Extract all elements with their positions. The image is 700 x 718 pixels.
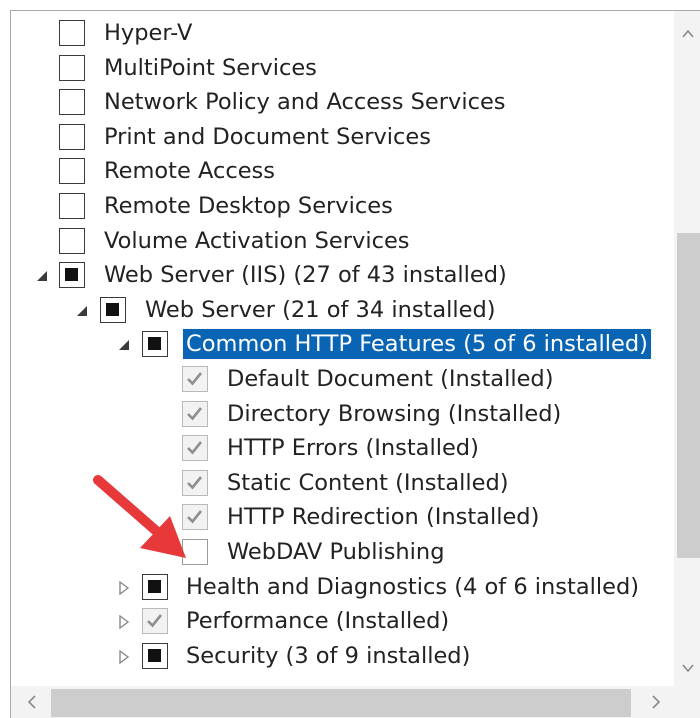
checkbox[interactable] (59, 158, 85, 185)
checkmark-icon (187, 406, 203, 421)
tree-row[interactable]: HTTP Errors (Installed) (11, 432, 674, 466)
indeterminate-indicator (148, 337, 161, 351)
checkbox[interactable] (59, 20, 85, 46)
scroll-up-arrow-icon[interactable] (679, 25, 697, 43)
checkbox[interactable] (59, 54, 85, 81)
tree-item-label[interactable]: Common HTTP Features (5 of 6 installed) (182, 328, 652, 361)
indeterminate-indicator (106, 302, 119, 316)
tree-item-label[interactable]: MultiPoint Services (101, 53, 320, 83)
scroll-left-arrow-icon[interactable] (23, 693, 41, 711)
tree-item-label[interactable]: HTTP Errors (Installed) (224, 433, 482, 463)
tree-item-label[interactable]: Web Server (IIS) (27 of 43 installed) (101, 260, 510, 290)
checkbox[interactable] (59, 227, 85, 254)
scrollbar-corner (674, 686, 700, 718)
tree-row[interactable]: Web Server (21 of 34 installed) (11, 294, 674, 328)
tree-item-label[interactable]: Remote Access (101, 156, 278, 186)
tree-row[interactable]: Security (3 of 9 installed) (11, 640, 674, 674)
tree-item-label[interactable]: Default Document (Installed) (224, 364, 557, 394)
roles-tree: Hyper-V MultiPoint Services Network Policy… (11, 11, 674, 686)
tree-row[interactable]: Directory Browsing (Installed) (11, 398, 674, 432)
roles-tree-view[interactable]: Hyper-V MultiPoint Services Network Policy… (10, 10, 700, 718)
checkbox[interactable] (59, 123, 85, 150)
horizontal-scroll-thumb[interactable] (51, 689, 631, 717)
checkmark-icon (187, 372, 203, 386)
triangle-down-right-icon[interactable] (75, 304, 89, 318)
vertical-scrollbar[interactable] (674, 11, 700, 686)
tree-item-label[interactable]: HTTP Redirection (Installed) (224, 502, 542, 532)
checkbox[interactable] (59, 89, 85, 116)
horizontal-scrollbar[interactable] (11, 686, 700, 718)
checkbox (182, 366, 208, 392)
indeterminate-indicator (148, 648, 161, 662)
tree-row[interactable]: Performance (Installed) (11, 605, 674, 639)
tree-row[interactable]: Hyper-V (11, 17, 674, 51)
checkmark-icon (147, 614, 163, 628)
red-arrow-icon (93, 475, 186, 558)
triangle-down-right-icon[interactable] (117, 338, 131, 352)
tree-row[interactable]: MultiPoint Services (11, 52, 674, 86)
tree-item-label[interactable]: Directory Browsing (Installed) (224, 399, 564, 429)
tree-item-label[interactable]: WebDAV Publishing (224, 537, 447, 567)
tree-item-label[interactable]: Print and Document Services (101, 122, 434, 152)
tree-item-label[interactable]: Hyper-V (101, 18, 195, 48)
tree-row[interactable]: Web Server (IIS) (27 of 43 installed) (11, 259, 674, 293)
scroll-right-arrow-icon[interactable] (647, 693, 665, 711)
vertical-scroll-thumb[interactable] (677, 233, 700, 558)
triangle-right-outline-icon[interactable] (117, 649, 131, 664)
tree-row[interactable]: Network Policy and Access Services (11, 86, 674, 120)
checkbox[interactable] (59, 193, 85, 219)
checkbox[interactable] (100, 296, 126, 323)
tree-row[interactable]: Remote Access (11, 155, 674, 189)
checkbox[interactable] (142, 331, 168, 358)
tree-item-label[interactable]: Network Policy and Access Services (101, 87, 509, 117)
scroll-down-arrow-icon[interactable] (679, 659, 697, 677)
indeterminate-indicator (148, 579, 161, 593)
tree-row[interactable]: Volume Activation Services (11, 225, 674, 259)
tree-item-label[interactable]: Volume Activation Services (101, 226, 413, 256)
checkbox (182, 435, 208, 462)
triangle-right-outline-icon[interactable] (117, 615, 131, 630)
tree-item-label[interactable]: Remote Desktop Services (101, 191, 396, 221)
indeterminate-indicator (65, 268, 78, 282)
tree-item-label[interactable]: Health and Diagnostics (4 of 6 installed… (183, 572, 642, 602)
tree-row[interactable]: Common HTTP Features (5 of 6 installed) (11, 328, 674, 362)
checkmark-icon (187, 441, 203, 455)
tree-item-label[interactable]: Web Server (21 of 34 installed) (142, 295, 499, 325)
tree-item-label[interactable]: Static Content (Installed) (224, 468, 512, 498)
tree-row[interactable]: Print and Document Services (11, 121, 674, 155)
checkbox (182, 400, 208, 427)
triangle-right-outline-icon[interactable] (117, 580, 131, 595)
tree-row[interactable]: Remote Desktop Services (11, 190, 674, 224)
checkbox[interactable] (59, 262, 85, 289)
checkbox[interactable] (142, 642, 168, 669)
tree-row[interactable]: Default Document (Installed) (11, 363, 674, 397)
tree-item-label[interactable]: Performance (Installed) (183, 606, 452, 636)
triangle-down-right-icon[interactable] (35, 269, 49, 283)
checkbox (142, 608, 168, 635)
tree-item-label[interactable]: Security (3 of 9 installed) (183, 641, 473, 671)
